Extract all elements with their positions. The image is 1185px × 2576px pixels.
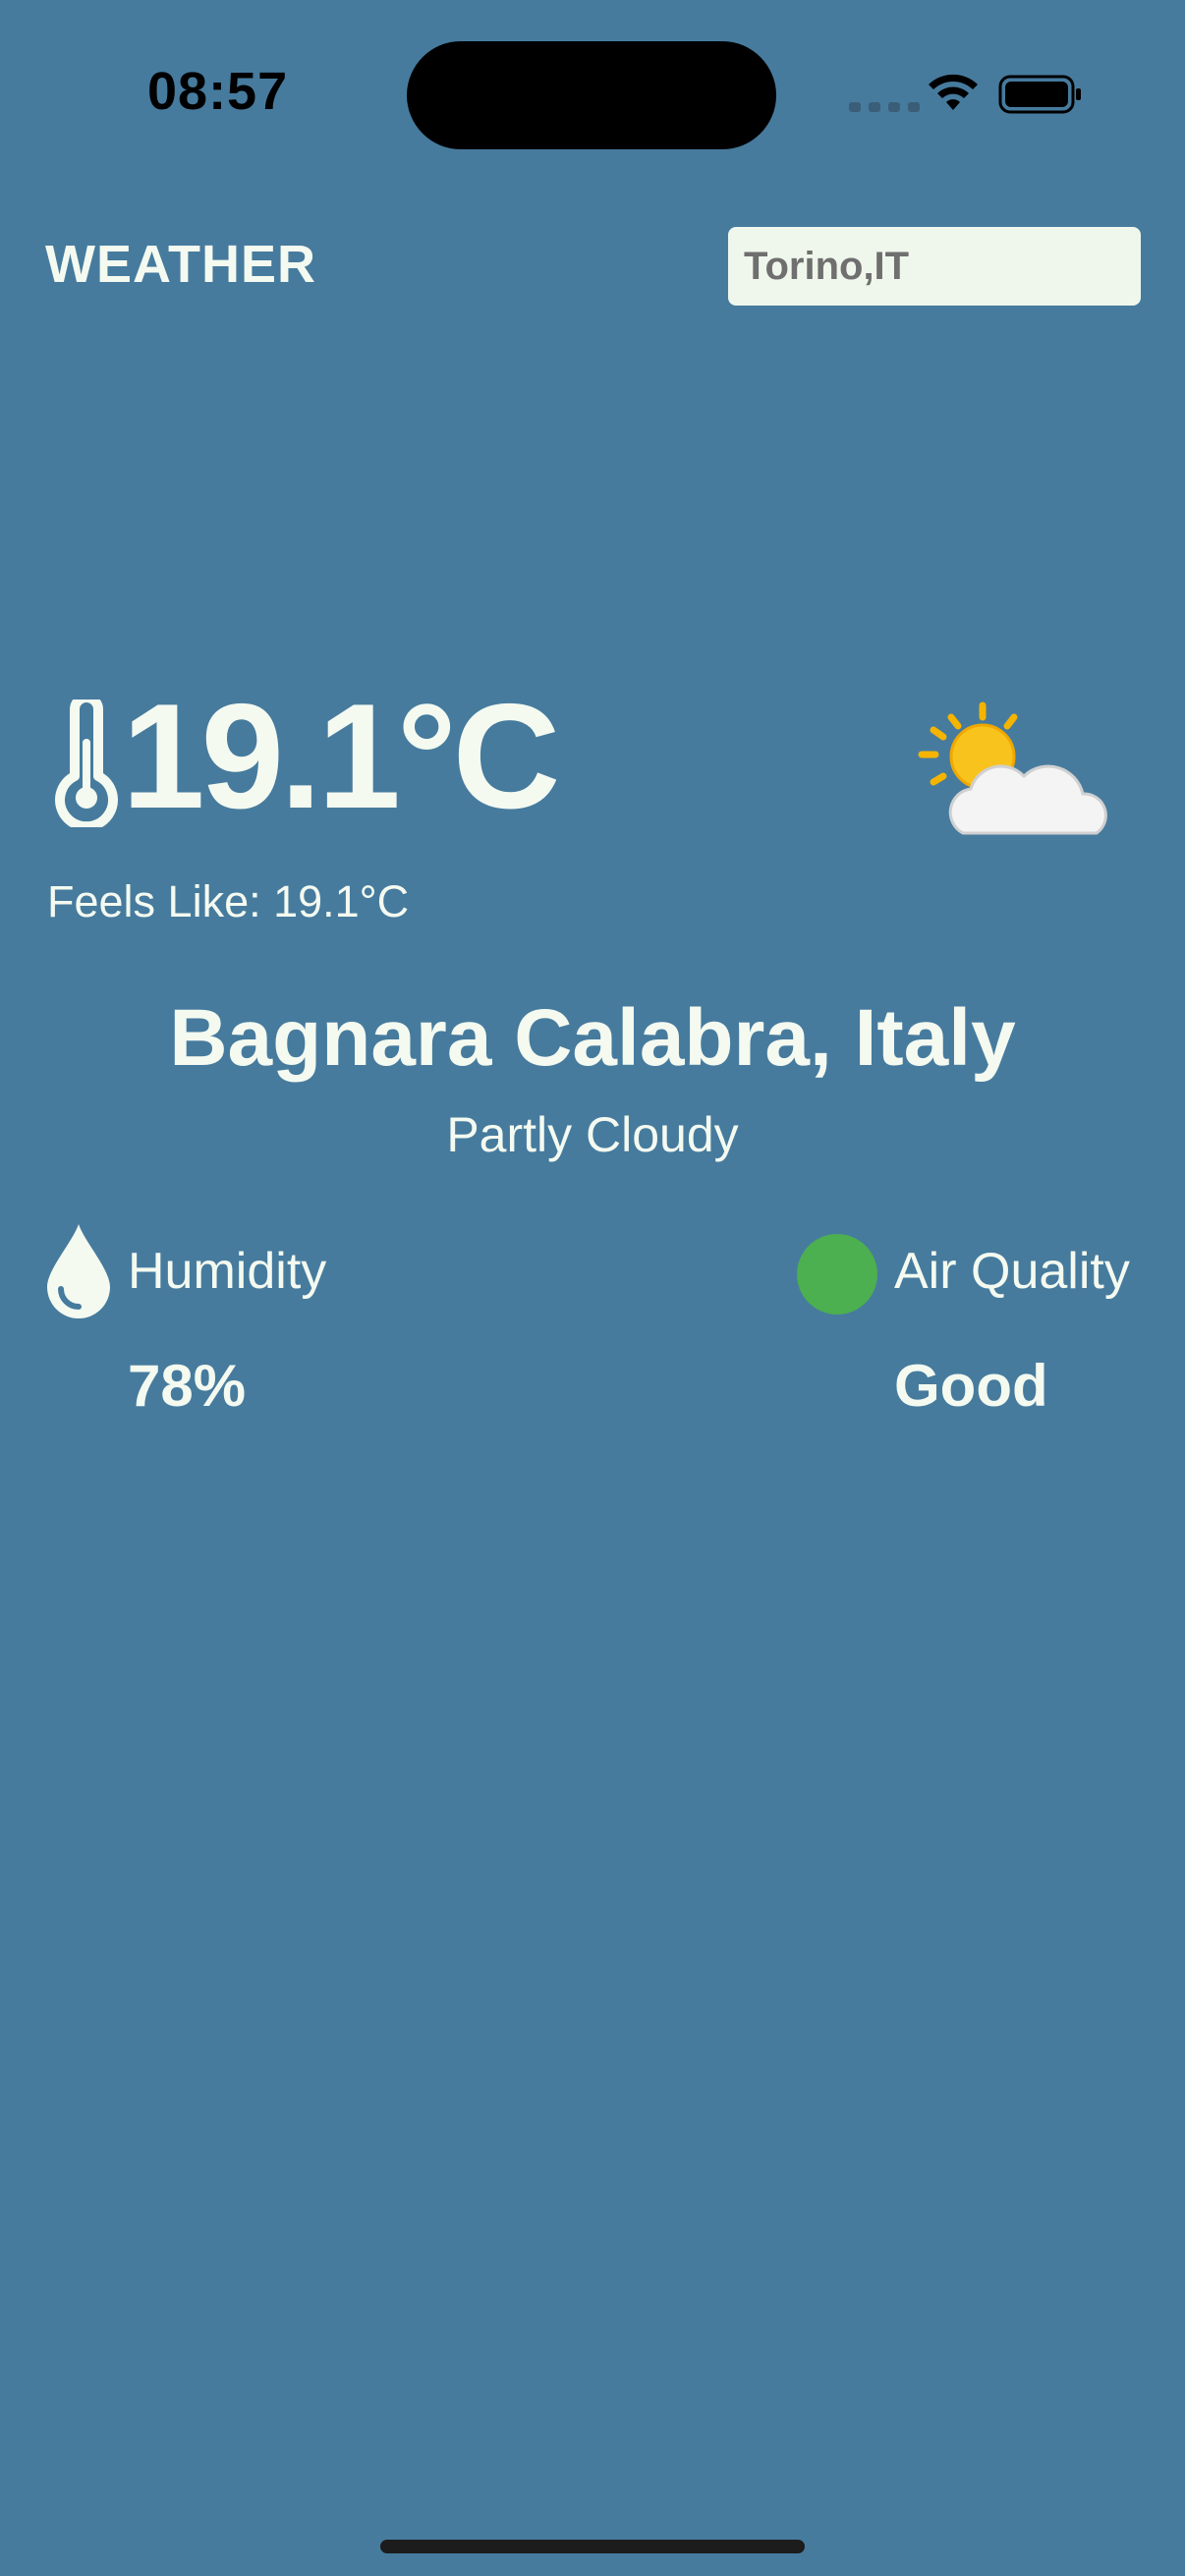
cellular-signal-icon xyxy=(849,102,920,112)
wifi-icon xyxy=(929,74,978,110)
location-name: Bagnara Calabra, Italy xyxy=(169,993,1016,1083)
current-temperature: 19.1°C xyxy=(122,673,560,840)
battery-icon xyxy=(998,75,1081,114)
city-search-input[interactable] xyxy=(728,227,1141,306)
air-quality-value: Good xyxy=(894,1353,1048,1419)
humidity-label: Humidity xyxy=(128,1243,327,1300)
air-quality-indicator xyxy=(797,1234,877,1315)
app-title: WEATHER xyxy=(45,235,316,294)
home-indicator[interactable] xyxy=(380,2540,805,2553)
weather-condition: Partly Cloudy xyxy=(446,1107,739,1162)
humidity-value: 78% xyxy=(128,1353,247,1419)
feels-like: Feels Like: 19.1°C xyxy=(47,876,410,926)
dynamic-island xyxy=(407,41,776,149)
status-time: 08:57 xyxy=(147,62,289,121)
water-drop-icon xyxy=(47,1224,110,1318)
air-quality-label: Air Quality xyxy=(894,1243,1130,1300)
thermometer-icon xyxy=(55,700,118,827)
partly-cloudy-icon xyxy=(918,701,1107,835)
